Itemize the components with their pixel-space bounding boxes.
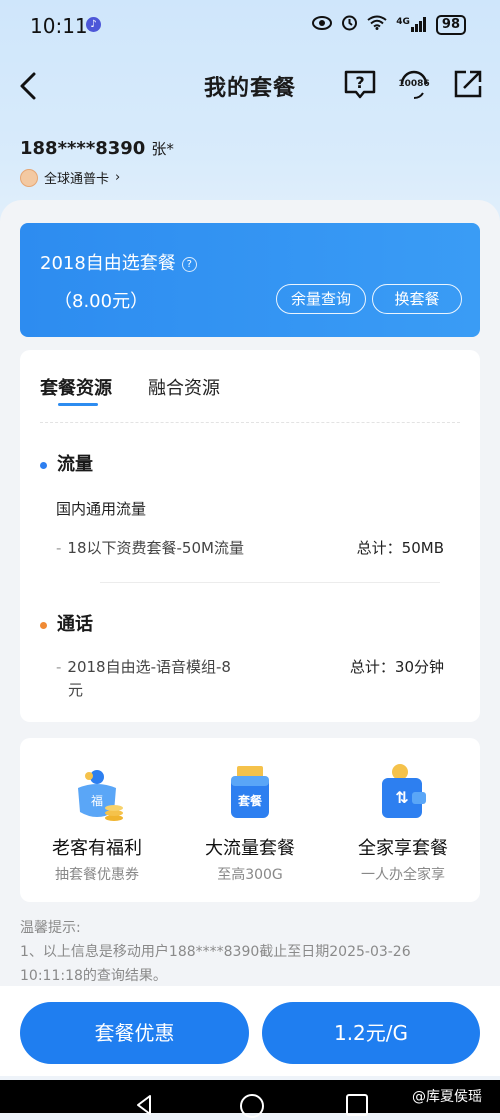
promo-card: 福 老客有福利 抽套餐优惠券 套餐 大流量套餐 至高300G ⇅ 全家享套餐 一…	[20, 738, 480, 902]
promo-title: 大流量套餐	[205, 838, 295, 859]
eye-icon	[312, 15, 333, 34]
call-section-label: 通话	[57, 614, 93, 635]
promo-item-family[interactable]: ⇅ 全家享套餐 一人办全家享	[328, 762, 478, 884]
nav-back-icon[interactable]	[134, 1094, 154, 1120]
dash-marker: -	[56, 658, 62, 676]
dash-marker: -	[56, 539, 62, 557]
call-item: -2018自由选-语音模组-8 元	[56, 656, 231, 702]
promo-subtitle: 一人办全家享	[361, 867, 445, 883]
data-package-label: 套餐	[237, 794, 262, 808]
data-price-button[interactable]: 1.2元/G	[262, 1002, 480, 1064]
battery-indicator: 98	[435, 14, 466, 35]
system-navigation-bar: @库夏侯瑶	[0, 1080, 500, 1118]
promo-subtitle: 至高300G	[217, 867, 283, 883]
data-item-name: 18以下资费套餐-50M流量	[67, 539, 244, 557]
network-type: 4G	[396, 17, 410, 27]
data-package-icon: 套餐	[215, 762, 285, 828]
active-tab-indicator	[58, 403, 98, 406]
family-wallet-icon: ⇅	[368, 762, 438, 828]
user-name: 张*	[151, 140, 174, 158]
signal-icon: 4G	[396, 17, 427, 32]
plan-name-row: 2018自由选套餐?	[40, 249, 197, 275]
call-item-total: 总计：30分钟	[349, 658, 444, 676]
data-section-label: 流量	[57, 454, 93, 475]
card-type-label: 全球通普卡	[44, 172, 110, 187]
status-time: 10:11	[30, 14, 88, 38]
tips-title: 温馨提示:	[20, 920, 81, 936]
call-section-title: 通话	[40, 610, 93, 636]
customer-service-icon[interactable]: 10086	[396, 66, 432, 102]
card-badge-icon	[20, 168, 38, 187]
promo-item-welfare[interactable]: 福 老客有福利 抽套餐优惠券	[22, 762, 172, 884]
tips-line-1: 1、以上信息是移动用户188****8390截止至日期2025-03-26	[20, 944, 411, 960]
music-icon: ♪	[86, 17, 101, 32]
call-item-name-line1: 2018自由选-语音模组-8	[67, 658, 231, 676]
help-icon[interactable]: ?	[342, 66, 378, 102]
plan-price: （8.00元）	[54, 291, 149, 312]
data-item: -18以下资费套餐-50M流量	[56, 537, 244, 558]
divider	[40, 422, 460, 423]
watermark-text: @库夏侯瑶	[412, 1089, 482, 1105]
watermark: @库夏侯瑶	[412, 1086, 482, 1106]
balance-query-button[interactable]: 余量查询	[276, 284, 366, 314]
gift-bag-icon: 福	[62, 762, 132, 828]
card-type-link[interactable]: 全球通普卡 ›	[20, 168, 120, 187]
wifi-icon	[367, 15, 387, 34]
section-separator	[100, 582, 440, 583]
family-wallet-label: ⇅	[395, 788, 409, 807]
data-item-total: 总计：50MB	[356, 539, 444, 557]
data-bullet	[40, 461, 47, 469]
plan-offers-button[interactable]: 套餐优惠	[20, 1002, 249, 1064]
tab-bundle-resources[interactable]: 融合资源	[148, 374, 220, 400]
svg-text:?: ?	[355, 73, 364, 92]
service-number: 10086	[398, 79, 430, 89]
app-header: 我的套餐 ? 10086	[0, 56, 500, 116]
plan-name: 2018自由选套餐	[40, 253, 176, 274]
promo-subtitle: 抽套餐优惠券	[55, 867, 139, 883]
promo-title: 全家享套餐	[358, 838, 448, 859]
question-icon[interactable]: ?	[181, 256, 197, 272]
nav-home-icon[interactable]	[240, 1094, 264, 1118]
plan-card: 2018自由选套餐? （8.00元） 余量查询 换套餐	[20, 223, 480, 337]
call-item-name-line2: 元	[68, 681, 84, 699]
resources-card: 套餐资源 融合资源 流量 国内通用流量 -18以下资费套餐-50M流量 总计：5…	[20, 350, 480, 722]
tab-plan-resources[interactable]: 套餐资源	[40, 374, 112, 400]
status-icons: 4G 98	[312, 14, 466, 35]
change-plan-button[interactable]: 换套餐	[372, 284, 462, 314]
tips-block: 温馨提示: 1、以上信息是移动用户188****8390截止至日期2025-03…	[20, 916, 480, 988]
tips-line-2: 10:11:18的查询结果。	[20, 968, 167, 984]
chevron-right-icon: ›	[115, 170, 121, 185]
gift-bag-label: 福	[90, 794, 103, 808]
phone-number: 188****8390	[20, 138, 146, 159]
data-subtitle: 国内通用流量	[56, 500, 147, 518]
call-bullet	[40, 621, 47, 629]
promo-item-big-data[interactable]: 套餐 大流量套餐 至高300G	[175, 762, 325, 884]
data-section-title: 流量	[40, 450, 93, 476]
share-icon[interactable]	[450, 66, 486, 102]
alarm-icon	[341, 14, 358, 35]
user-phone-line: 188****8390 张*	[20, 138, 174, 159]
promo-title: 老客有福利	[52, 838, 142, 859]
bottom-action-bar: 套餐优惠 1.2元/G	[0, 986, 500, 1076]
status-bar: 10:11 ♪ 4G 98	[0, 0, 500, 52]
